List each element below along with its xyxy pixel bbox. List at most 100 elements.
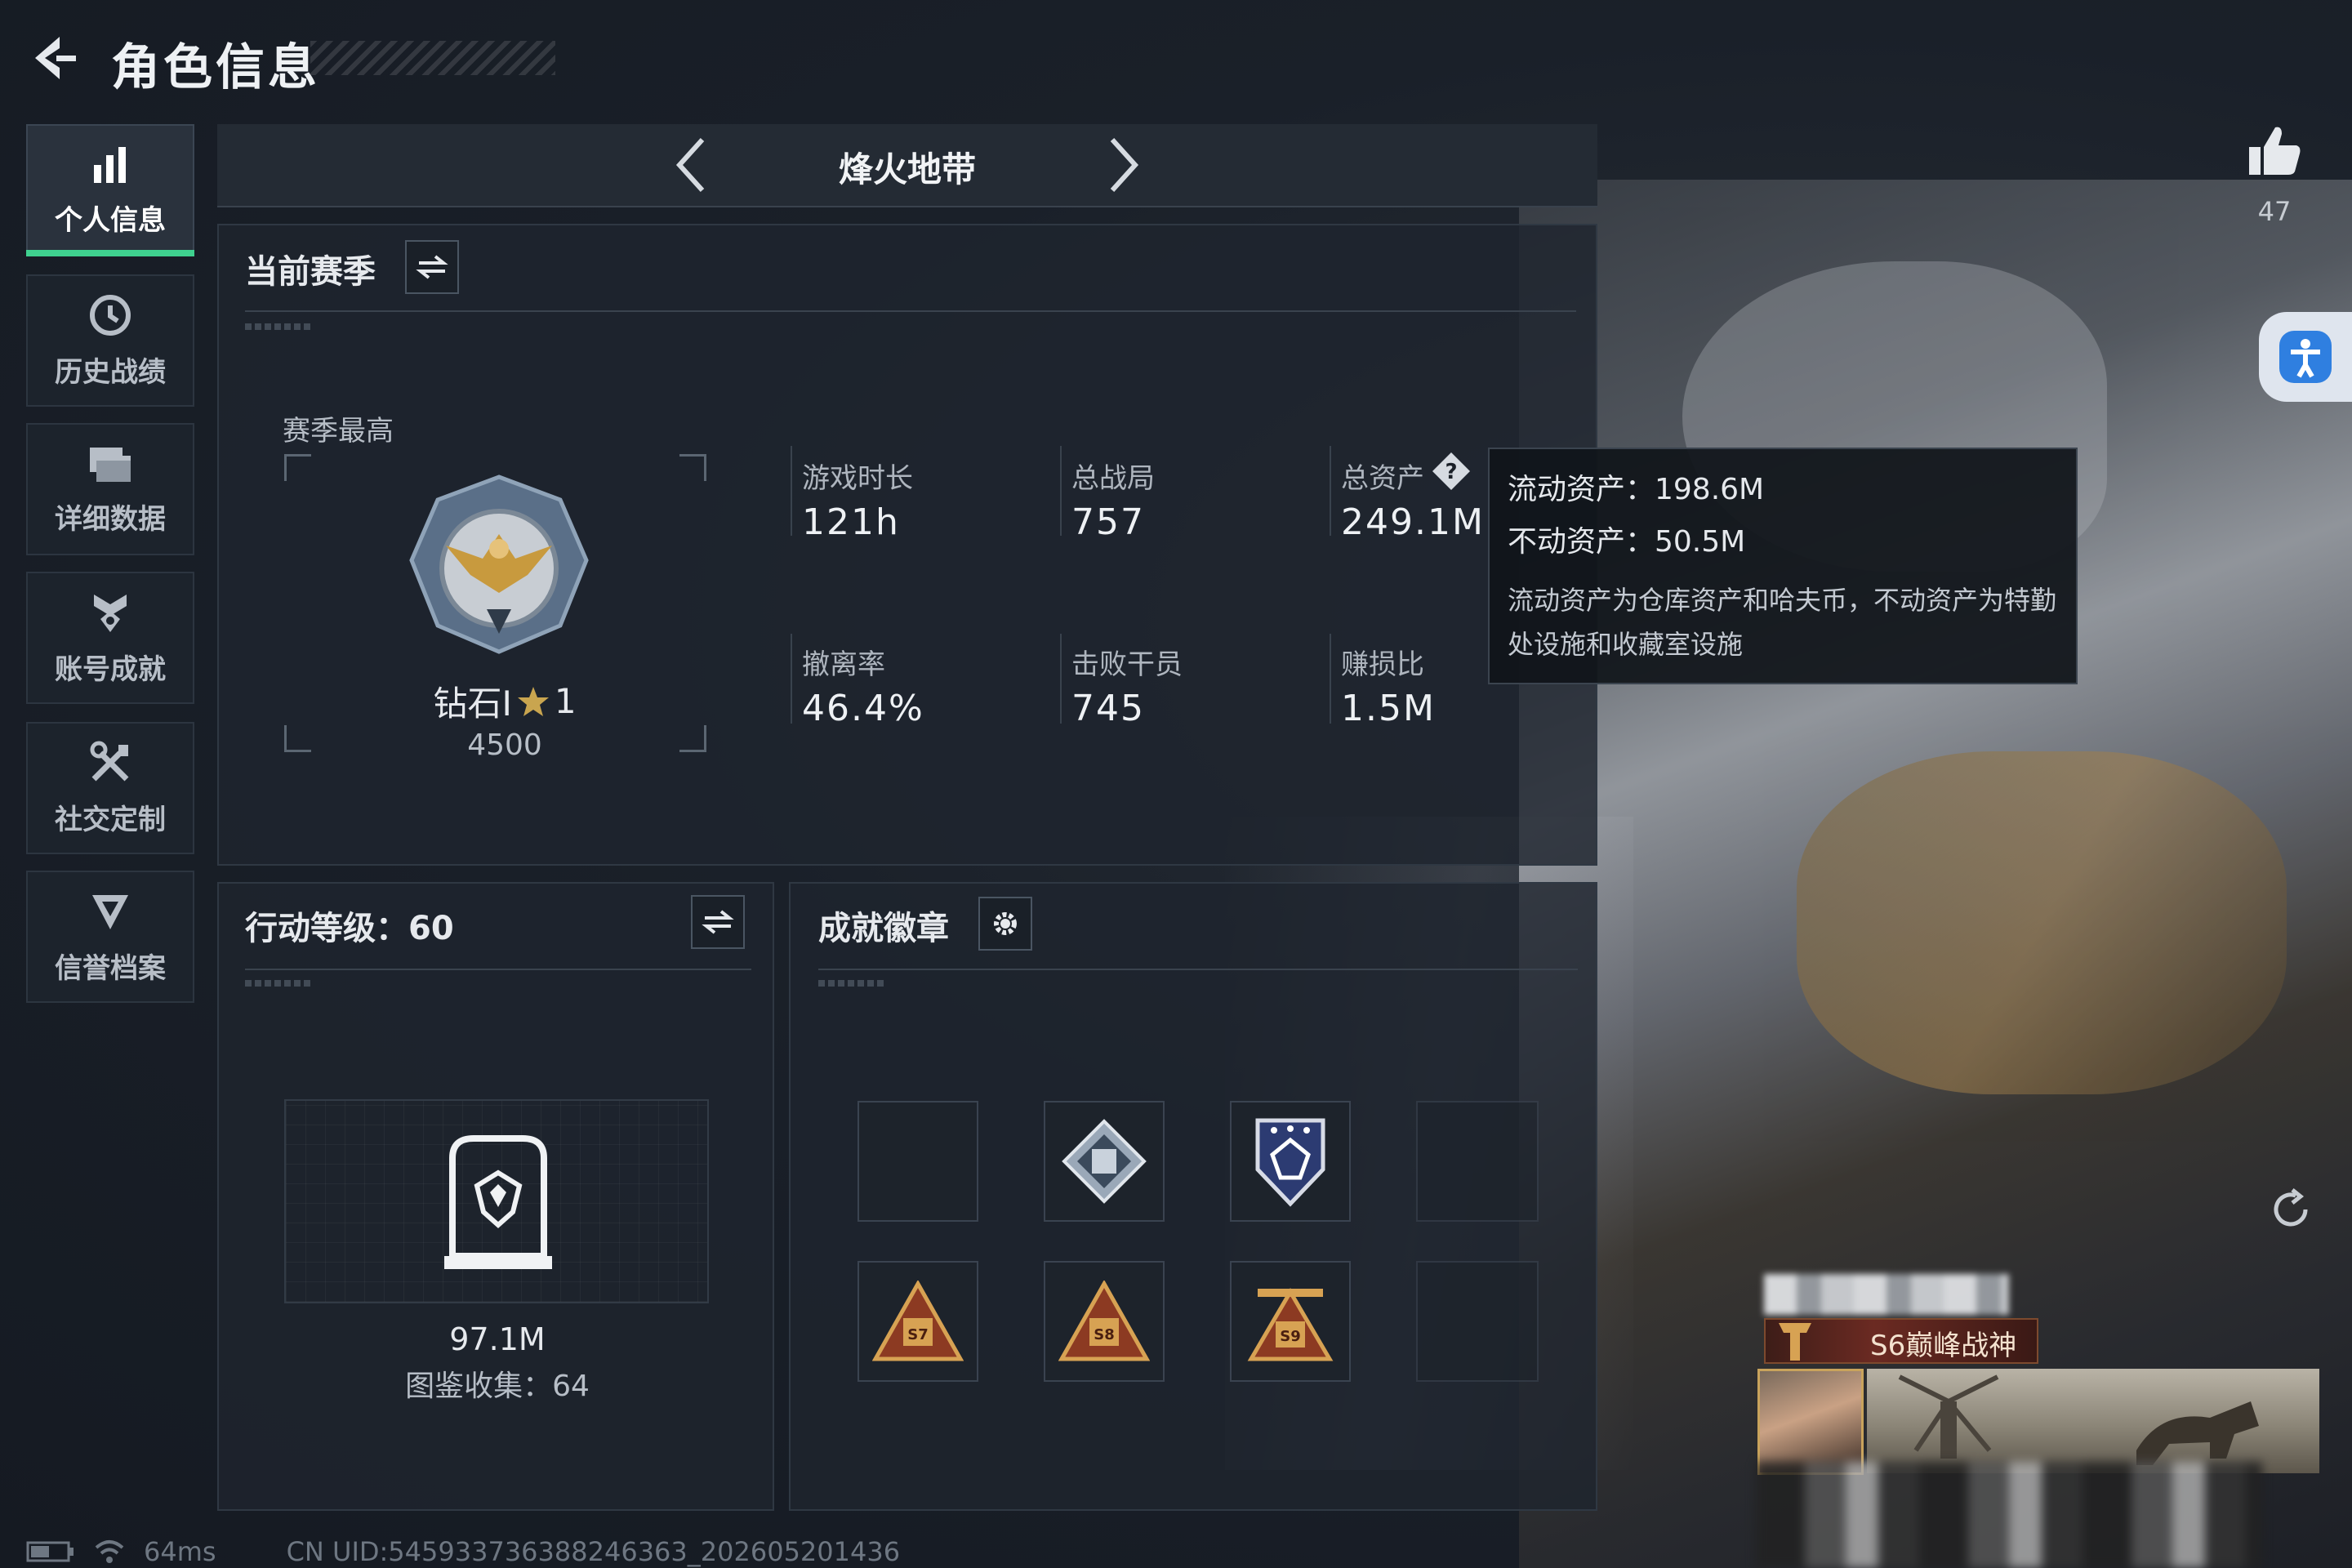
rank-name: 钻石I bbox=[433, 684, 512, 724]
sidebar-item-label: 历史战绩 bbox=[55, 355, 166, 389]
stat-divider bbox=[1060, 634, 1062, 724]
shield-gem-badge-icon bbox=[1255, 1118, 1325, 1207]
folders-icon bbox=[90, 447, 131, 482]
achievements-settings-button[interactable] bbox=[978, 897, 1032, 951]
s9-triangle-badge-icon: S9 bbox=[1247, 1288, 1334, 1361]
action-level-panel: 行动等级：60 97.1M 图鉴收集：64 bbox=[217, 882, 774, 1511]
stat-divider bbox=[1330, 634, 1331, 724]
status-footer: 64ms CN UID:545933736388246363_202605201… bbox=[26, 1535, 900, 1568]
season-switch-button[interactable] bbox=[405, 240, 459, 294]
medal-icon bbox=[94, 594, 127, 632]
player-name-blurred bbox=[1764, 1274, 2009, 1315]
profile-banner bbox=[1867, 1369, 2319, 1473]
action-level-title: 行动等级：60 bbox=[245, 910, 454, 947]
shield-icon bbox=[92, 894, 128, 929]
title-emblem bbox=[1771, 1316, 1820, 1365]
accessibility-icon bbox=[2279, 331, 2332, 383]
frame-corner bbox=[284, 725, 311, 752]
badge-slot[interactable]: S9 bbox=[1230, 1261, 1351, 1382]
rotate-button[interactable] bbox=[2262, 1181, 2319, 1238]
divider bbox=[818, 969, 1578, 970]
collection-value: 97.1M bbox=[449, 1321, 546, 1357]
sidebar-item-label: 社交定制 bbox=[55, 803, 166, 836]
sidebar-item-detail-data[interactable]: 详细数据 bbox=[26, 423, 194, 555]
stat-kills-value: 745 bbox=[1071, 688, 1145, 729]
tooltip-description: 流动资产为仓库资产和哈夫币，不动资产为特勤处设施和收藏室设施 bbox=[1508, 585, 2057, 660]
svg-text:S7: S7 bbox=[907, 1326, 929, 1343]
achievements-title: 成就徽章 bbox=[818, 910, 949, 947]
swap-icon bbox=[416, 255, 448, 279]
collection-frame bbox=[284, 1099, 709, 1303]
frame-corner bbox=[284, 454, 311, 481]
season-panel: 当前赛季 赛季最高 钻石I 1 4500 游戏时长 121h 总战局 757 总… bbox=[217, 224, 1597, 866]
stat-assets-label: 总资产 bbox=[1341, 462, 1424, 495]
tooltip-liquid-assets: 流动资产：198.6M bbox=[1508, 473, 1765, 506]
stat-extract-rate-label: 撤离率 bbox=[802, 648, 885, 681]
ping-text: 64ms bbox=[144, 1536, 216, 1567]
badge-slot-empty[interactable] bbox=[1416, 1101, 1539, 1222]
bar-chart-icon bbox=[94, 146, 126, 183]
sidebar-item-credit[interactable]: 信誉档案 bbox=[26, 871, 194, 1003]
next-mode-button[interactable] bbox=[1091, 132, 1156, 198]
rotate-icon bbox=[2274, 1188, 2308, 1227]
season-title: 当前赛季 bbox=[245, 253, 376, 291]
svg-text:S8: S8 bbox=[1094, 1326, 1115, 1343]
badge-slot[interactable] bbox=[1044, 1101, 1165, 1222]
banner-emblem-icon bbox=[1779, 1323, 1811, 1361]
accessibility-button[interactable] bbox=[2259, 312, 2352, 402]
assets-help-button[interactable]: ? bbox=[1431, 451, 1472, 492]
eagle-emblem-icon bbox=[409, 474, 589, 654]
badge-slot-empty[interactable] bbox=[1416, 1261, 1539, 1382]
decoration-lines bbox=[818, 980, 884, 987]
stat-divider bbox=[791, 446, 792, 536]
sidebar-item-achievements[interactable]: 账号成就 bbox=[26, 572, 194, 704]
page-title: 角色信息 bbox=[111, 39, 320, 96]
badge-slot[interactable]: S8 bbox=[1044, 1261, 1165, 1382]
sidebar-item-label: 账号成就 bbox=[55, 653, 166, 686]
blurred-info bbox=[1756, 1462, 2262, 1568]
sidebar-item-history[interactable]: 历史战绩 bbox=[26, 274, 194, 407]
diamond-cube-badge-icon bbox=[1062, 1119, 1147, 1204]
s7-triangle-badge-icon: S7 bbox=[872, 1281, 964, 1361]
sidebar-item-label: 详细数据 bbox=[55, 502, 166, 536]
badge-slot[interactable]: S7 bbox=[858, 1261, 978, 1382]
stat-matches-value: 757 bbox=[1071, 501, 1145, 543]
stat-extract-rate-value: 46.4% bbox=[802, 688, 924, 729]
svg-text:S9: S9 bbox=[1280, 1328, 1301, 1345]
stat-kills-label: 击败干员 bbox=[1071, 648, 1183, 681]
badge-slot-empty[interactable] bbox=[858, 1101, 978, 1222]
tools-icon bbox=[90, 741, 129, 781]
action-level-switch-button[interactable] bbox=[691, 895, 745, 949]
chevron-right-icon bbox=[1110, 137, 1139, 193]
back-arrow-icon bbox=[35, 37, 76, 79]
rank-line: 钻石I 1 bbox=[415, 676, 595, 726]
like-button[interactable] bbox=[2238, 114, 2311, 188]
gear-icon bbox=[994, 912, 1017, 935]
sidebar-item-label: 个人信息 bbox=[55, 203, 166, 237]
decoration-lines bbox=[245, 323, 310, 330]
wifi-icon bbox=[95, 1540, 124, 1563]
divider bbox=[245, 310, 1576, 312]
collection-count: 图鉴收集：64 bbox=[405, 1370, 590, 1403]
stat-divider bbox=[1060, 446, 1062, 536]
back-button[interactable] bbox=[24, 29, 82, 87]
assets-tooltip: 流动资产：198.6M 不动资产：50.5M 流动资产为仓库资产和哈夫币，不动资… bbox=[1488, 448, 2078, 684]
collection-display-icon bbox=[444, 1135, 552, 1269]
s8-triangle-badge-icon: S8 bbox=[1058, 1281, 1150, 1361]
clock-icon bbox=[90, 294, 131, 336]
badge-slot[interactable] bbox=[1230, 1101, 1351, 1222]
achievements-panel: 成就徽章 S7 S8 S9 bbox=[789, 882, 1597, 1511]
rank-score: 4500 bbox=[467, 728, 542, 762]
stat-profit-ratio-label: 赚损比 bbox=[1341, 648, 1424, 681]
sidebar-item-social[interactable]: 社交定制 bbox=[26, 722, 194, 854]
frame-corner bbox=[679, 725, 706, 752]
avatar[interactable] bbox=[1757, 1369, 1864, 1475]
stat-playtime-label: 游戏时长 bbox=[802, 462, 913, 495]
sidebar-item-label: 信誉档案 bbox=[55, 951, 166, 985]
frame-corner bbox=[679, 454, 706, 481]
title-card-text: S6巅峰战神 bbox=[1870, 1330, 2017, 1362]
mode-selector: 烽火地带 bbox=[217, 124, 1597, 207]
help-diamond-icon: ? bbox=[1432, 452, 1470, 490]
sidebar-item-personal-info[interactable]: 个人信息 bbox=[26, 124, 194, 256]
season-best-label: 赛季最高 bbox=[283, 415, 394, 448]
